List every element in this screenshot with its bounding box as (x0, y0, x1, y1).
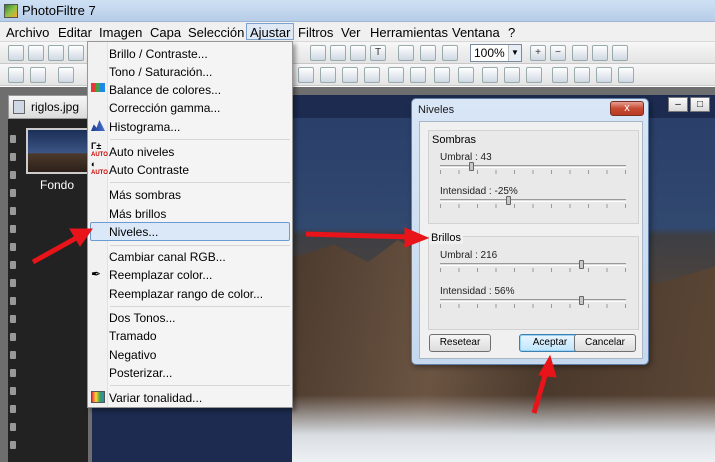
annotation-arrows (31, 227, 557, 414)
arrow-to-aceptar (531, 354, 557, 414)
arrow-to-niveles (31, 228, 93, 265)
arrow-to-dialog (305, 227, 430, 248)
